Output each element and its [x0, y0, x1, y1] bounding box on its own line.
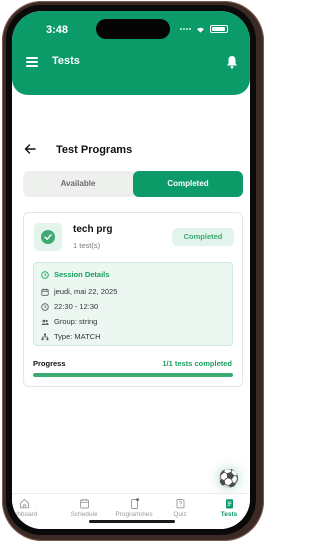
clock-icon — [41, 302, 49, 311]
program-title: tech prg — [73, 224, 113, 235]
nav-label: Schedule — [70, 511, 98, 518]
status-time: 3:48 — [46, 24, 69, 36]
home-indicator — [89, 520, 175, 523]
header-title: Tests — [52, 55, 80, 67]
app-header: 3:48 Tests — [12, 11, 250, 95]
nav-quiz[interactable]: Quiz — [156, 498, 204, 518]
hamburger-menu-icon[interactable] — [26, 57, 38, 67]
group-icon — [41, 319, 49, 325]
session-type: Type: MATCH — [54, 332, 101, 341]
progress-fill — [33, 373, 233, 377]
session-type-row: Type: MATCH — [41, 332, 101, 341]
type-icon — [41, 333, 49, 340]
clock-icon — [41, 270, 49, 279]
tab-completed[interactable]: Completed — [133, 171, 243, 197]
progress-text: 1/1 tests completed — [162, 359, 232, 368]
status-badge: Completed — [172, 228, 234, 246]
screen: 3:48 Tests Test Programs Available Compl… — [12, 11, 250, 529]
nav-tests[interactable]: Tests — [205, 498, 250, 518]
session-time: 22:30 - 12:30 — [54, 302, 99, 311]
nav-label: ashboard — [12, 511, 38, 518]
nav-label: Programmes — [115, 511, 153, 518]
program-test-count: 1 test(s) — [73, 241, 101, 250]
nav-label: Tests — [220, 511, 238, 518]
nav-dashboard[interactable]: ashboard — [12, 498, 48, 518]
session-heading: Session Details — [54, 270, 110, 279]
session-date-row: jeudi, mai 22, 2025 — [41, 287, 117, 296]
battery-icon — [210, 25, 228, 33]
progress-bar — [33, 373, 233, 377]
soccer-ball-icon[interactable]: ⚽ — [218, 468, 240, 490]
page-title: Test Programs — [56, 144, 133, 156]
tests-icon — [225, 499, 233, 509]
tab-bar: Available Completed — [23, 171, 243, 197]
session-group: Group: string — [54, 317, 98, 326]
status-icons — [180, 25, 228, 33]
back-arrow-icon[interactable] — [24, 143, 36, 155]
quiz-icon — [176, 499, 184, 509]
session-group-row: Group: string — [41, 317, 97, 326]
home-icon — [19, 499, 29, 509]
wifi-icon — [197, 27, 204, 33]
check-circle-icon — [41, 230, 55, 244]
dynamic-island — [96, 19, 170, 39]
session-time-row: 22:30 - 12:30 — [41, 302, 98, 311]
bell-icon[interactable] — [226, 55, 238, 69]
program-icon-box — [34, 223, 62, 251]
session-date: jeudi, mai 22, 2025 — [54, 287, 118, 296]
nav-label: Quiz — [173, 511, 187, 518]
signal-icon — [180, 28, 191, 30]
tab-available[interactable]: Available — [23, 171, 133, 197]
nav-programmes[interactable]: Programmes — [110, 498, 158, 518]
progress-label: Progress — [33, 359, 66, 368]
calendar-icon — [79, 498, 89, 509]
session-heading-row: Session Details — [41, 270, 109, 279]
programmes-icon — [130, 498, 139, 509]
nav-schedule[interactable]: Schedule — [60, 498, 108, 518]
bottom-nav: ashboard Schedule Programmes Quiz Tests — [12, 493, 250, 529]
calendar-icon — [41, 288, 49, 296]
session-details: Session Details jeudi, mai 22, 2025 22:3… — [33, 262, 233, 346]
test-program-card[interactable]: tech prg 1 test(s) Completed Session Det… — [23, 212, 243, 387]
